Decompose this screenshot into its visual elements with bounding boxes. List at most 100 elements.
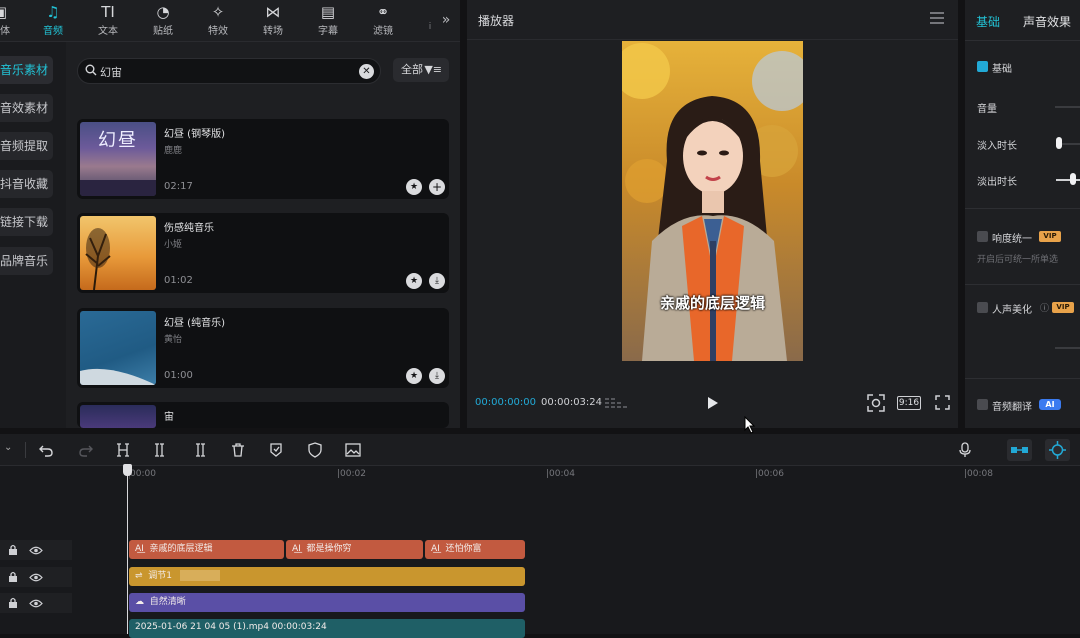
search-input[interactable]: 幻宙 ✕ xyxy=(77,58,381,84)
basic-checkbox[interactable] xyxy=(977,61,988,72)
voice-beautify-slider[interactable] xyxy=(1055,347,1080,349)
timeline-area[interactable]: 00:00 |00:02 |00:04 |00:06 |00:08 A͟I 亲戚… xyxy=(0,466,1080,638)
screenshot-icon[interactable] xyxy=(867,394,885,412)
microphone-icon[interactable] xyxy=(957,442,973,458)
audio-translate-checkbox[interactable] xyxy=(977,399,988,410)
tab-sticker[interactable]: ◔ 贴纸 xyxy=(141,2,185,40)
playhead[interactable] xyxy=(127,466,128,634)
image-icon[interactable] xyxy=(345,442,361,458)
eye-icon[interactable] xyxy=(29,573,43,582)
link-clips-button[interactable] xyxy=(1007,439,1032,461)
track-item[interactable]: 幻昼 幻昼 (钢琴版) 鹿鹿 02:17 ★ + xyxy=(77,119,449,199)
video-clip[interactable]: 2025-01-06 21 04 05 (1).mp4 00:00:03:24 xyxy=(129,619,525,638)
track-title: 伤感纯音乐 xyxy=(164,223,214,234)
favorite-icon[interactable]: ★ xyxy=(406,368,422,384)
track-title: 宙 xyxy=(164,412,174,423)
track-title: 幻昼 (钢琴版) xyxy=(164,129,225,140)
chevron-down-icon[interactable]: ⌄ xyxy=(4,442,20,458)
voice-beautify-label: 人声美化 xyxy=(992,305,1032,316)
text-icon: TI xyxy=(101,3,115,21)
menu-icon[interactable] xyxy=(930,12,944,24)
tab-text[interactable]: TI 文本 xyxy=(86,2,130,40)
fade-out-knob[interactable] xyxy=(1070,173,1076,185)
adjustment-clip[interactable]: ⇌ 调节1 xyxy=(129,567,525,586)
trim-left-icon[interactable] xyxy=(153,442,169,458)
track-controls xyxy=(0,540,72,560)
link-icon xyxy=(1011,447,1028,453)
total-time: 00:00:03:24 xyxy=(541,397,603,408)
ruler-label: |00:04 xyxy=(546,469,575,479)
category-extract[interactable]: 音频提取 xyxy=(0,132,53,160)
split-icon[interactable] xyxy=(115,442,131,458)
loudness-description: 开启后可统一所单选 xyxy=(977,255,1059,265)
category-link[interactable]: 链接下载 xyxy=(0,208,53,236)
delete-icon[interactable] xyxy=(230,442,246,458)
trim-right-icon[interactable] xyxy=(191,442,207,458)
category-douyin[interactable]: 抖音收藏 xyxy=(0,170,53,198)
category-sfx[interactable]: 音效素材 xyxy=(0,94,53,122)
audio-translate-label: 音频翻译 xyxy=(992,402,1032,413)
text-clip[interactable]: A͟I 亲戚的底层逻辑 xyxy=(129,540,284,559)
category-music[interactable]: 音乐素材 xyxy=(0,56,53,84)
lock-icon[interactable] xyxy=(8,597,18,609)
tab-media[interactable]: ▣媒体 xyxy=(0,2,22,40)
track-thumbnail xyxy=(80,311,156,385)
eye-icon[interactable] xyxy=(29,599,43,608)
track-item[interactable]: 伤感纯音乐 小姬 01:02 ★ ⤓ xyxy=(77,213,449,293)
aspect-ratio-button[interactable]: 9:16 xyxy=(897,396,921,410)
download-icon[interactable]: ⤓ xyxy=(429,273,445,289)
player-header: 播放器 xyxy=(467,0,958,40)
fade-out-slider[interactable] xyxy=(1056,179,1080,181)
transition-icon: ⋈ xyxy=(265,3,281,21)
filter-dropdown[interactable]: 全部 ▼≡ xyxy=(393,58,449,82)
track-item[interactable]: 宙 xyxy=(77,402,449,428)
caption-icon: ▤ xyxy=(320,3,336,21)
expand-tabs-icon[interactable]: » xyxy=(436,2,456,40)
track-controls xyxy=(0,567,72,587)
clear-search-icon[interactable]: ✕ xyxy=(359,64,374,79)
help-icon[interactable]: ⓘ xyxy=(1040,301,1049,314)
tab-sound-effects[interactable]: 声音效果 xyxy=(1023,13,1071,30)
ai-badge: AI xyxy=(1039,399,1061,410)
voice-beautify-checkbox[interactable] xyxy=(977,302,988,313)
playhead-handle[interactable] xyxy=(123,464,132,476)
filter-clip[interactable]: ☁ 自然清晰 xyxy=(129,593,525,612)
tab-caption[interactable]: ▤ 字幕 xyxy=(306,2,350,40)
track-artist: 黄怡 xyxy=(164,335,183,345)
tab-transition[interactable]: ⋈ 转场 xyxy=(251,2,295,40)
text-clip[interactable]: A͟I 都是操你穷 xyxy=(286,540,423,559)
filter-icon: ⚭ xyxy=(376,3,390,21)
shield-icon[interactable] xyxy=(307,442,323,458)
tab-filter[interactable]: ⚭ 滤镜 xyxy=(361,2,405,40)
category-brand[interactable]: 品牌音乐 xyxy=(0,247,53,275)
eye-icon[interactable] xyxy=(29,546,43,555)
favorite-icon[interactable]: ★ xyxy=(406,179,422,195)
mouse-cursor-icon xyxy=(744,416,756,434)
download-icon[interactable]: ⤓ xyxy=(429,368,445,384)
media-icon: ▣ xyxy=(0,2,22,22)
lock-icon[interactable] xyxy=(8,544,18,556)
player-title: 播放器 xyxy=(478,14,515,28)
tab-basic[interactable]: 基础 xyxy=(976,13,1000,30)
waveform-icon[interactable] xyxy=(605,395,627,410)
snap-button[interactable] xyxy=(1045,439,1070,461)
text-clip[interactable]: A͟I 还怕你富 xyxy=(425,540,525,559)
fullscreen-icon[interactable] xyxy=(935,395,950,410)
volume-slider[interactable] xyxy=(1055,106,1080,108)
video-preview[interactable]: 亲戚的底层逻辑 xyxy=(622,41,803,361)
tab-effects[interactable]: ✧ 特效 xyxy=(196,2,240,40)
add-icon[interactable]: + xyxy=(429,179,445,195)
fade-in-knob[interactable] xyxy=(1056,137,1062,149)
mark-icon[interactable] xyxy=(268,442,284,458)
timeline-toolbar: ⌄ xyxy=(0,434,1080,466)
lock-icon[interactable] xyxy=(8,571,18,583)
track-item[interactable]: 幻昼 (纯音乐) 黄怡 01:00 ★ ⤓ xyxy=(77,308,449,388)
ruler-label: |00:06 xyxy=(755,469,784,479)
undo-icon[interactable] xyxy=(38,442,54,458)
play-icon[interactable] xyxy=(707,396,719,410)
redo-icon[interactable] xyxy=(78,442,94,458)
track-artist: 小姬 xyxy=(164,240,183,250)
tab-audio[interactable]: ♫ 音频 xyxy=(31,2,75,40)
loudness-checkbox[interactable] xyxy=(977,231,988,242)
favorite-icon[interactable]: ★ xyxy=(406,273,422,289)
